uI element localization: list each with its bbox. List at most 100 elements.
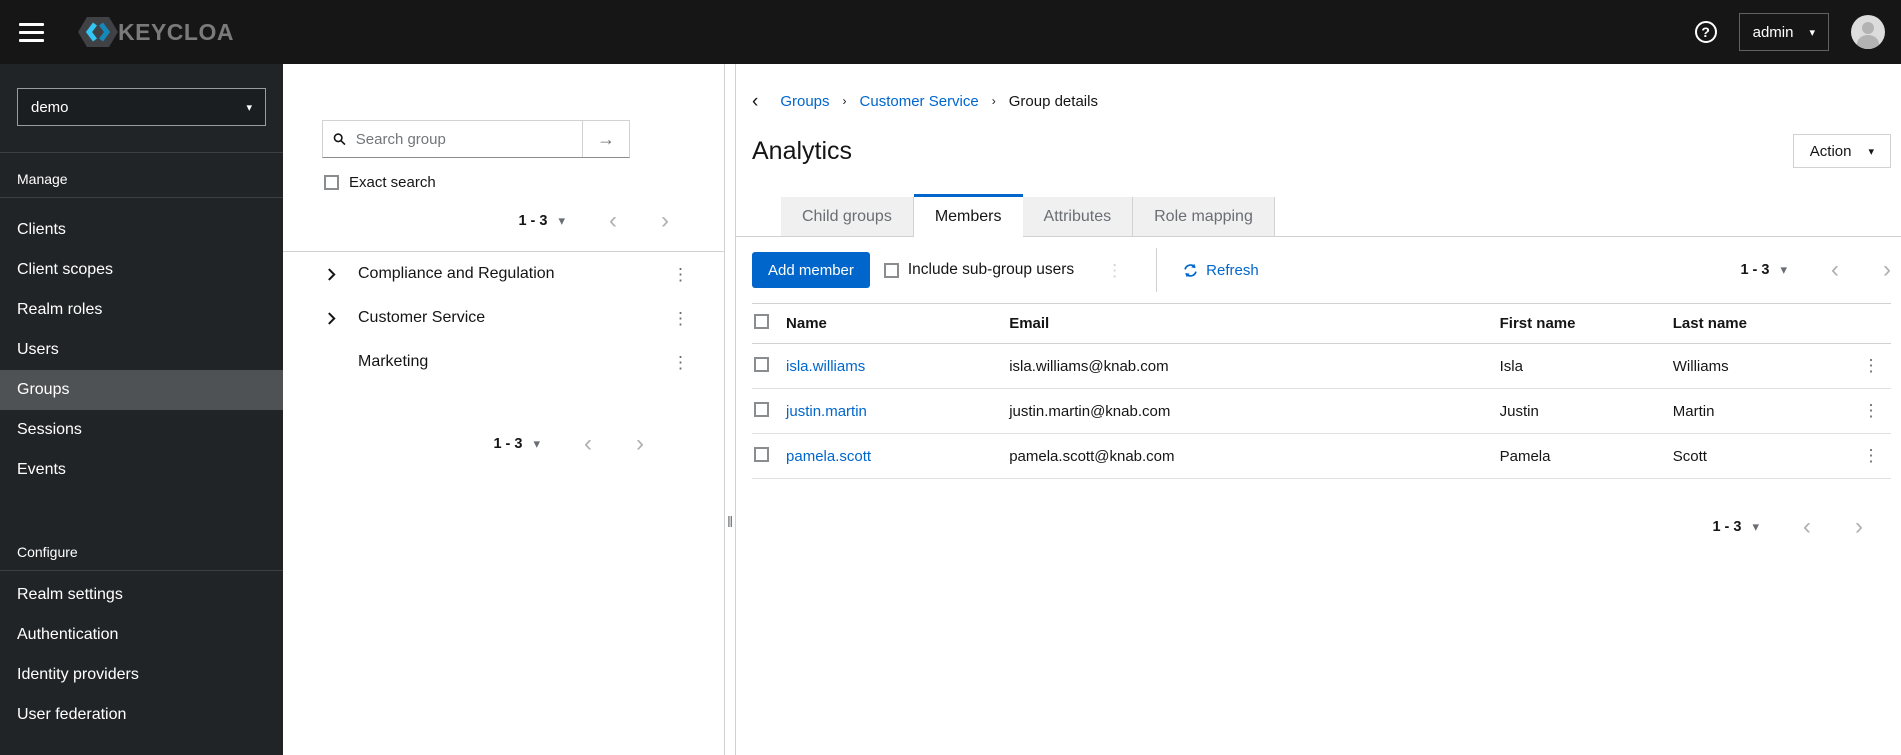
search-group-input[interactable] [353, 129, 572, 149]
column-header-last-name: Last name [1672, 303, 1851, 344]
username-label: admin [1752, 23, 1794, 41]
topbar-right: ? admin ▾ [1694, 13, 1885, 51]
user-menu-dropdown[interactable]: admin ▾ [1738, 13, 1829, 51]
resizer-grip-icon[interactable]: ‖ [727, 514, 733, 531]
title-row: Analytics Action ▾ [752, 134, 1891, 168]
group-tree: Compliance and Regulation ⋮ Customer Ser… [283, 252, 724, 384]
sidebar-item-client-scopes[interactable]: Client scopes [0, 250, 283, 290]
select-all-checkbox[interactable] [754, 314, 769, 329]
next-page-button[interactable]: › [636, 432, 644, 456]
tab-child-groups[interactable]: Child groups [781, 197, 914, 237]
sidebar-item-users[interactable]: Users [0, 330, 283, 370]
add-member-button[interactable]: Add member [752, 252, 870, 288]
previous-page-button[interactable]: ‹ [1831, 258, 1839, 282]
kebab-menu-icon[interactable]: ⋮ [1862, 356, 1879, 375]
sidebar-item-user-federation[interactable]: User federation [0, 695, 283, 735]
kebab-menu-icon[interactable]: ⋮ [672, 354, 689, 371]
breadcrumb-link-groups[interactable]: Groups [780, 93, 829, 110]
expand-chevron-icon[interactable] [327, 267, 341, 281]
tab-attributes[interactable]: Attributes [1022, 197, 1134, 237]
sidebar-item-sessions[interactable]: Sessions [0, 410, 283, 450]
sidebar-item-clients[interactable]: Clients [0, 210, 283, 250]
sidebar-item-identity-providers[interactable]: Identity providers [0, 655, 283, 695]
caret-down-icon[interactable]: ▾ [533, 436, 540, 452]
refresh-icon [1184, 263, 1197, 277]
row-checkbox[interactable] [754, 401, 769, 417]
sidebar-item-events[interactable]: Events [0, 450, 283, 490]
caret-down-icon[interactable]: ▾ [1752, 519, 1759, 535]
breadcrumb: ‹ Groups › Customer Service › Group deta… [752, 92, 1891, 111]
sidebar-item-realm-settings[interactable]: Realm settings [0, 575, 283, 615]
exact-search-group: Exact search [324, 173, 724, 191]
avatar[interactable] [1851, 15, 1885, 49]
help-icon[interactable]: ? [1694, 21, 1717, 43]
action-dropdown-button[interactable]: Action ▾ [1792, 134, 1891, 168]
chevron-down-icon: ▾ [1809, 26, 1815, 39]
member-first-name: Justin [1499, 388, 1673, 434]
sidebar-item-authentication[interactable]: Authentication [0, 615, 283, 655]
sidebar: demo ▾ Manage Clients Client scopes Real… [0, 64, 283, 755]
tab-members[interactable]: Members [913, 194, 1023, 237]
kebab-menu-icon[interactable]: ⋮ [672, 310, 689, 327]
groups-pagination-bottom: 1 - 3 ▾ ‹ › [283, 432, 724, 456]
row-checkbox[interactable] [754, 446, 769, 462]
refresh-button[interactable]: Refresh [1183, 262, 1259, 279]
sidebar-item-realm-roles[interactable]: Realm roles [0, 290, 283, 330]
previous-page-button[interactable]: ‹ [1803, 515, 1811, 539]
manage-nav-list: Clients Client scopes Realm roles Users … [0, 198, 283, 490]
breadcrumb-separator-icon: › [842, 94, 847, 108]
table-row: isla.williams isla.williams@knab.com Isl… [752, 343, 1891, 389]
top-bar: KEYCLOAK ? admin ▾ [0, 0, 1901, 64]
kebab-menu-icon[interactable]: ⋮ [1862, 401, 1879, 420]
pagination-range[interactable]: 1 - 3 [518, 213, 547, 229]
next-page-button[interactable]: › [1855, 515, 1863, 539]
search-submit-button[interactable]: → [582, 121, 629, 157]
previous-page-button[interactable]: ‹ [584, 432, 592, 456]
member-last-name: Martin [1672, 388, 1851, 434]
breadcrumb-current: Group details [1008, 92, 1098, 110]
pagination-range[interactable]: 1 - 3 [1740, 262, 1769, 278]
column-header-first-name: First name [1499, 303, 1673, 344]
toolbar-divider [1156, 248, 1158, 292]
kebab-menu-icon[interactable]: ⋮ [1862, 446, 1879, 465]
pagination-range[interactable]: 1 - 3 [1712, 519, 1741, 535]
previous-page-button[interactable]: ‹ [609, 209, 617, 233]
back-chevron-icon[interactable]: ‹ [752, 92, 758, 111]
configure-nav-list: Realm settings Authentication Identity p… [0, 571, 283, 735]
members-toolbar: Add member Include sub-group users ⋮ Ref… [752, 237, 1891, 303]
include-subgroup-checkbox[interactable] [883, 262, 899, 278]
caret-down-icon[interactable]: ▾ [1780, 262, 1787, 278]
member-name-link[interactable]: pamela.scott [786, 448, 871, 465]
include-subgroup-group[interactable]: Include sub-group users [883, 261, 1074, 279]
group-link[interactable]: Customer Service [358, 309, 485, 327]
pagination-range[interactable]: 1 - 3 [493, 436, 522, 452]
tree-row: Marketing ⋮ [283, 340, 724, 384]
kebab-menu-icon[interactable]: ⋮ [1106, 262, 1123, 279]
panel-resizer[interactable]: ‖ [725, 64, 736, 755]
hamburger-menu-icon[interactable] [19, 22, 44, 42]
column-header-name: Name [786, 303, 1010, 344]
sidebar-item-groups[interactable]: Groups [0, 370, 283, 410]
sidebar-section-manage: Manage [17, 171, 68, 187]
caret-down-icon[interactable]: ▾ [558, 213, 565, 229]
row-checkbox[interactable] [754, 356, 769, 372]
breadcrumb-link-customer-service[interactable]: Customer Service [860, 93, 979, 110]
kebab-menu-icon[interactable]: ⋮ [672, 266, 689, 283]
page-title: Analytics [752, 136, 853, 165]
expand-chevron-icon[interactable] [327, 311, 341, 325]
table-row: justin.martin justin.martin@knab.com Jus… [752, 388, 1891, 434]
groups-tree-panel: → Exact search 1 - 3 ▾ ‹ › Compliance an… [283, 64, 725, 755]
exact-search-checkbox[interactable] [324, 174, 339, 190]
realm-selector[interactable]: demo ▾ [17, 88, 266, 126]
group-link[interactable]: Compliance and Regulation [358, 265, 555, 283]
next-page-button[interactable]: › [1883, 258, 1891, 282]
members-table: Name Email First name Last name isla.wil… [752, 303, 1891, 479]
table-row: pamela.scott pamela.scott@knab.com Pamel… [752, 433, 1891, 479]
next-page-button[interactable]: › [661, 209, 669, 233]
member-name-link[interactable]: justin.martin [786, 403, 867, 420]
chevron-down-icon: ▾ [1868, 145, 1874, 158]
group-link[interactable]: Marketing [358, 353, 428, 371]
tab-role-mapping[interactable]: Role mapping [1133, 197, 1275, 237]
search-icon [333, 133, 346, 146]
member-name-link[interactable]: isla.williams [786, 358, 865, 375]
